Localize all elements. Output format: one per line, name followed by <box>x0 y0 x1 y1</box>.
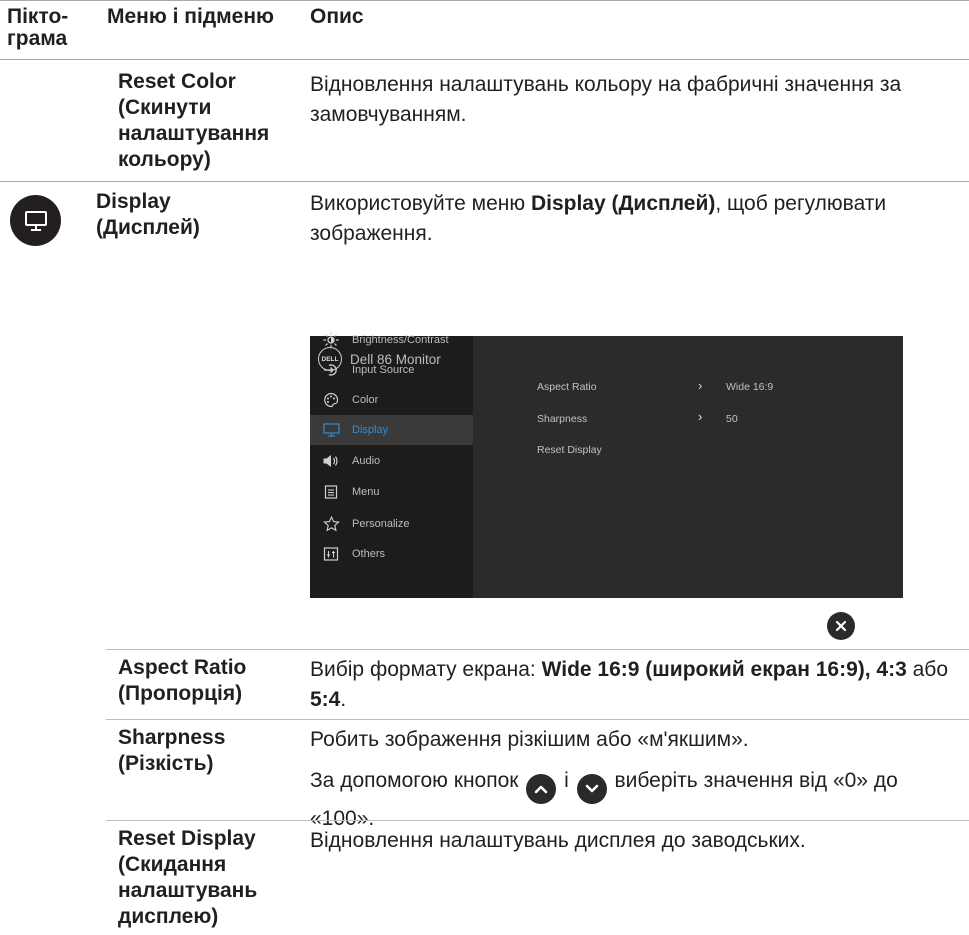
reset-color-description: Відновлення налаштувань кольору на фабри… <box>310 73 902 126</box>
others-icon <box>322 545 340 563</box>
osd-menu-label: Brightness/Contrast <box>352 334 449 346</box>
chevron-down-circle-icon <box>576 774 607 804</box>
osd-submenu-panel: Aspect Ratio › Wide 16:9 Sharpness › 50 … <box>473 336 903 598</box>
brightness-icon <box>322 331 340 349</box>
monitor-icon <box>322 421 340 439</box>
osd-menu-item-personalize[interactable]: Personalize <box>310 509 473 539</box>
osd-sidebar: DELL Dell 86 Monitor Brightness/Contrast <box>310 332 473 598</box>
osd-menu-label: Menu <box>352 486 380 498</box>
osd-menu-item-audio[interactable]: Audio <box>310 446 473 476</box>
menu-icon <box>322 483 340 501</box>
osd-menu-item-brightness-contrast[interactable]: Brightness/Contrast <box>310 325 473 355</box>
display-name: Display (Дисплей) <box>96 190 200 239</box>
osd-menu-item-input-source[interactable]: Input Source <box>310 355 473 385</box>
chevron-right-icon: › <box>698 409 703 424</box>
osd-option-reset-display[interactable]: Reset Display <box>537 444 602 456</box>
speaker-icon <box>322 452 340 470</box>
osd-option-aspect-ratio-value: Wide 16:9 <box>726 381 774 393</box>
osd-screenshot: DELL Dell 86 Monitor Brightness/Contrast <box>310 332 903 598</box>
sharpness-description: Робить зображення різкішим або «м'якшим»… <box>310 728 749 751</box>
chevron-right-icon: › <box>698 378 703 393</box>
row-rule <box>106 820 969 821</box>
osd-menu-item-display[interactable]: Display <box>310 415 473 445</box>
osd-menu-label: Color <box>352 394 379 406</box>
sharpness-buttons-description: За допомогою кнопок і виберіть значення … <box>310 769 898 830</box>
star-icon <box>322 515 340 533</box>
chevron-up-circle-icon <box>526 774 557 804</box>
monitor-icon <box>10 195 61 246</box>
sharpness-name: Sharpness (Різкість) <box>118 726 226 775</box>
reset-display-name: Reset Display (Скидання налаштувань дисп… <box>118 827 258 928</box>
aspect-ratio-description: Вибір формату екрана: Wide 16:9 (широкий… <box>310 658 949 711</box>
row-rule <box>106 649 969 650</box>
header-description-column: Опис <box>310 5 364 28</box>
osd-menu-item-color[interactable]: Color <box>310 385 473 415</box>
osd-menu-label: Audio <box>352 455 381 467</box>
reset-color-name: Reset Color (Скинути налаштування кольор… <box>118 70 270 171</box>
color-palette-icon <box>322 391 340 409</box>
reset-display-description: Відновлення налаштувань дисплея до завод… <box>310 829 806 852</box>
header-icon-column: Пікто- грама <box>7 5 69 50</box>
osd-menu-label: Display <box>352 424 389 436</box>
osd-menu-item-menu[interactable]: Menu <box>310 477 473 507</box>
header-rule <box>0 59 969 60</box>
osd-option-sharpness[interactable]: Sharpness <box>537 413 587 425</box>
row-rule <box>0 181 969 182</box>
header-menu-column: Меню і підменю <box>107 5 274 28</box>
close-icon[interactable] <box>827 612 855 640</box>
input-source-icon <box>322 361 340 379</box>
row-rule <box>106 719 969 720</box>
aspect-ratio-name: Aspect Ratio (Пропорція) <box>118 656 247 705</box>
osd-option-sharpness-value: 50 <box>726 413 738 425</box>
top-rule <box>0 0 969 1</box>
osd-menu-label: Personalize <box>352 518 410 530</box>
display-description: Використовуйте меню Display (Дисплей), щ… <box>310 192 887 245</box>
osd-menu-label: Input Source <box>352 364 415 376</box>
osd-menu-label: Others <box>352 548 386 560</box>
osd-option-aspect-ratio[interactable]: Aspect Ratio <box>537 381 597 393</box>
osd-menu-item-others[interactable]: Others <box>310 539 473 569</box>
